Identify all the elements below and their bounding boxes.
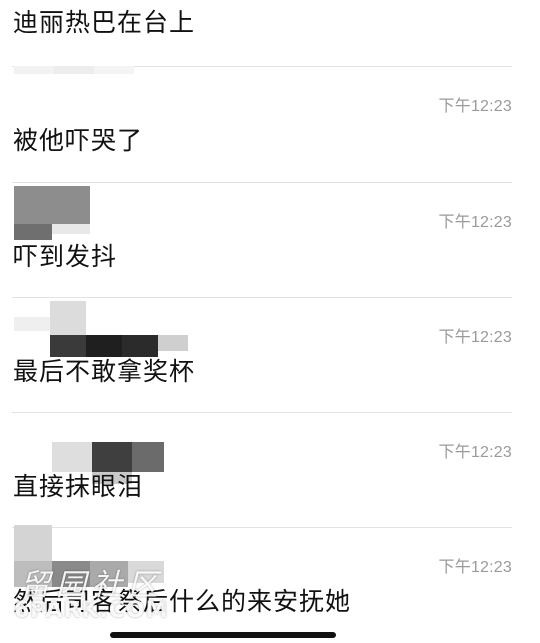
- message-text: 然后司客祭后什么的来安抚她: [13, 587, 352, 616]
- sender-avatar-blurred: [14, 66, 154, 76]
- chat-message[interactable]: 下午12:23 直接抹眼泪: [0, 412, 540, 528]
- message-timestamp: 下午12:23: [438, 98, 512, 115]
- message-timestamp: 下午12:23: [438, 444, 512, 461]
- message-timestamp: 下午12:23: [438, 559, 512, 576]
- chat-message[interactable]: 迪丽热巴在台上: [0, 0, 540, 64]
- chat-thread: 迪丽热巴在台上 下午12:23 被他吓哭了 下午12:23 吓到发抖 下午12:…: [0, 0, 540, 642]
- sender-avatar-blurred: [14, 299, 194, 359]
- chat-message[interactable]: 下午12:23 被他吓哭了: [0, 66, 540, 182]
- message-text: 吓到发抖: [13, 242, 118, 271]
- message-text: 直接抹眼泪: [13, 472, 144, 501]
- message-timestamp: 下午12:23: [438, 214, 512, 231]
- chat-message[interactable]: 下午12:23 最后不敢拿奖杯: [0, 297, 540, 413]
- home-indicator[interactable]: [110, 632, 336, 638]
- message-text: 最后不敢拿奖杯: [13, 357, 196, 386]
- chat-message[interactable]: 下午12:23 吓到发抖: [0, 182, 540, 298]
- sender-avatar-blurred: [14, 525, 174, 589]
- chat-message[interactable]: 下午12:23 然后司客祭后什么的来安抚她: [0, 525, 540, 643]
- message-text: 被他吓哭了: [13, 126, 144, 155]
- sender-avatar-blurred: [14, 186, 94, 240]
- message-timestamp: 下午12:23: [438, 329, 512, 346]
- message-text: 迪丽热巴在台上: [13, 8, 196, 37]
